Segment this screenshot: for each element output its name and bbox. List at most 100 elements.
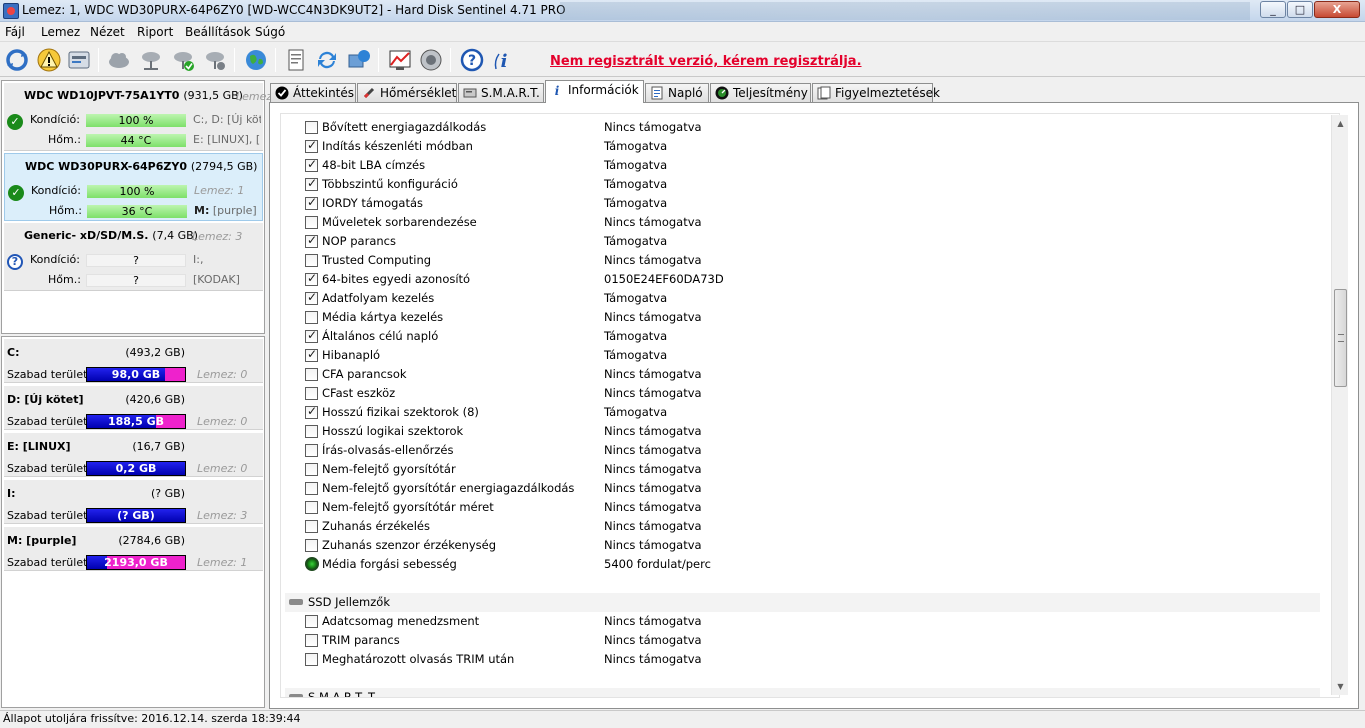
menu-file[interactable]: Fájl [5, 25, 25, 39]
maximize-button[interactable]: □ [1287, 1, 1313, 18]
toolbar: ? i Nem regisztrált verzió, kérem regisz… [0, 43, 1365, 77]
feature-row: CFast eszköz Nincs támogatva [303, 384, 1313, 403]
free-space-bar: (? GB) [86, 508, 186, 523]
disk-partitions-info: M: [purple] [194, 204, 262, 217]
feature-checkbox [305, 425, 318, 438]
feature-row: 64-bites egyedi azonosító 0150E24EF60DA73… [303, 270, 1313, 289]
disk-item[interactable]: WDC WD10JPVT-75A1YT0 (931,5 GB) Lemez ✓ … [4, 83, 272, 151]
check-icon [275, 86, 289, 100]
register-notice-link[interactable]: Nem regisztrált verzió, kérem regisztrál… [550, 54, 862, 69]
feature-row: Meghatározott olvasás TRIM után Nincs tám… [303, 650, 1313, 669]
partition-name: C: [7, 346, 20, 359]
feature-value: Nincs támogatva [604, 367, 702, 381]
vertical-scrollbar[interactable]: ▲ ▼ [1331, 115, 1348, 695]
tab-overview[interactable]: Áttekintés [270, 83, 356, 103]
feature-row: Trusted Computing Nincs támogatva [303, 251, 1313, 270]
tab-temperature[interactable]: Hőmérséklet [357, 83, 457, 103]
feature-row: Hosszú fizikai szektorok (8) Támogatva [303, 403, 1313, 422]
disk-title: WDC WD30PURX-64P6ZY0 (2794,5 GB) [25, 160, 257, 173]
warning-icon[interactable] [36, 47, 62, 73]
partition-item[interactable]: M: [purple] (2784,6 GB) Szabad terület 2… [4, 527, 263, 571]
tab-bar: Áttekintés Hőmérséklet S.M.A.R.T. i Info… [268, 80, 1365, 103]
close-button[interactable]: X [1314, 1, 1360, 18]
feature-name: Trusted Computing [322, 253, 432, 267]
temperature-bar: ? [86, 274, 186, 287]
feature-name: Általános célú napló [322, 329, 439, 343]
feature-value: Támogatva [604, 158, 668, 172]
disk-item-selected[interactable]: WDC WD30PURX-64P6ZY0 (2794,5 GB) ✓ Kondí… [4, 153, 263, 221]
send-icon[interactable] [346, 47, 372, 73]
menu-settings[interactable]: Beállítások [185, 25, 251, 39]
partition-item[interactable]: C: (493,2 GB) Szabad terület 98,0 GB Lem… [4, 339, 263, 383]
tab-log[interactable]: Napló [645, 83, 709, 103]
feature-checkbox [305, 138, 318, 153]
tab-label: Napló [668, 86, 703, 100]
network-disk-icon[interactable] [138, 47, 164, 73]
sync-icon[interactable] [314, 47, 340, 73]
globe-icon[interactable] [243, 47, 269, 73]
toolbar-separator [98, 48, 99, 72]
free-space-label: Szabad terület [7, 509, 88, 522]
tab-smart[interactable]: S.M.A.R.T. [458, 83, 544, 103]
partition-item[interactable]: D: [Új kötet] (420,6 GB) Szabad terület … [4, 386, 263, 430]
feature-checkbox [305, 271, 318, 286]
help-icon[interactable]: ? [459, 47, 485, 73]
feature-checkbox [305, 615, 318, 628]
free-space-label: Szabad terület [7, 462, 88, 475]
network-ok-icon[interactable] [170, 47, 196, 73]
disk-partitions-info: I:, [193, 253, 204, 266]
partition-size: (? GB) [151, 487, 185, 500]
info-icon[interactable]: i [491, 47, 517, 73]
chart-icon[interactable] [387, 47, 413, 73]
feature-checkbox [305, 520, 318, 533]
tab-performance[interactable]: Teljesítmény [710, 83, 811, 103]
menu-report[interactable]: Riport [137, 25, 173, 39]
feature-row: Nem-felejtő gyorsítótár Nincs támogatva [303, 460, 1313, 479]
feature-value: Nincs támogatva [604, 443, 702, 457]
blurred-taskbar-strip [560, 2, 1250, 20]
feature-name: Meghatározott olvasás TRIM után [322, 652, 515, 666]
disk-title: Generic- xD/SD/M.S. (7,4 GB) [24, 229, 198, 242]
cloud-icon[interactable] [106, 47, 132, 73]
free-space-value: 2193,0 GB [104, 556, 168, 569]
network-settings-icon[interactable] [202, 47, 228, 73]
scroll-down-icon[interactable]: ▼ [1332, 678, 1349, 695]
free-space-label: Szabad terület [7, 368, 88, 381]
feature-row: Hosszú logikai szektorok Nincs támogatva [303, 422, 1313, 441]
document-icon[interactable] [283, 47, 309, 73]
condition-bar: ? [86, 254, 186, 267]
disk-item[interactable]: Generic- xD/SD/M.S. (7,4 GB) Lemez: 3 ? … [4, 223, 263, 291]
partition-list-panel: C: (493,2 GB) Szabad terület 98,0 GB Lem… [1, 336, 265, 708]
feature-row: Zuhanás szenzor érzékenység Nincs támogat… [303, 536, 1313, 555]
free-space-bar: 188,5 GB [86, 414, 186, 429]
menu-bar: Fájl Lemez Nézet Riport Beállítások Súgó [0, 22, 1365, 42]
feature-value: Nincs támogatva [604, 538, 702, 552]
tab-alerts[interactable]: Figyelmeztetések [812, 83, 940, 103]
feature-value: Nincs támogatva [604, 652, 702, 666]
partition-item[interactable]: E: [LINUX] (16,7 GB) Szabad terület 0,2 … [4, 433, 263, 477]
scroll-up-icon[interactable]: ▲ [1332, 115, 1349, 132]
refresh-icon[interactable] [4, 47, 30, 73]
speaker-icon[interactable] [418, 47, 444, 73]
feature-value: Nincs támogatva [604, 310, 702, 324]
minimize-button[interactable]: _ [1260, 1, 1286, 18]
feature-checkbox [305, 482, 318, 495]
partition-item[interactable]: I: (? GB) Szabad terület (? GB) Lemez: 3 [4, 480, 263, 524]
status-ok-icon: ✓ [7, 114, 23, 130]
scroll-thumb[interactable] [1334, 288, 1347, 387]
feature-value: Támogatva [604, 139, 668, 153]
section-title: S.M.A.R.T. T... [308, 690, 385, 698]
disk-report-icon[interactable] [66, 47, 92, 73]
partition-disk-label: Lemez: 3 [197, 509, 248, 522]
menu-disk[interactable]: Lemez [41, 25, 80, 39]
free-space-value: 0,2 GB [115, 462, 157, 475]
tab-information[interactable]: i Információk [545, 80, 644, 103]
feature-name: Indítás készenléti módban [322, 139, 473, 153]
feature-row: Adatfolyam kezelés Támogatva [303, 289, 1313, 308]
title-bar: Lemez: 1, WDC WD30PURX-64P6ZY0 [WD-WCC4N… [0, 0, 1365, 22]
menu-view[interactable]: Nézet [90, 25, 125, 39]
partition-letter: M: [194, 204, 210, 217]
feature-row: Általános célú napló Támogatva [303, 327, 1313, 346]
menu-help[interactable]: Súgó [255, 25, 285, 39]
condition-label: Kondíció: [30, 253, 80, 266]
